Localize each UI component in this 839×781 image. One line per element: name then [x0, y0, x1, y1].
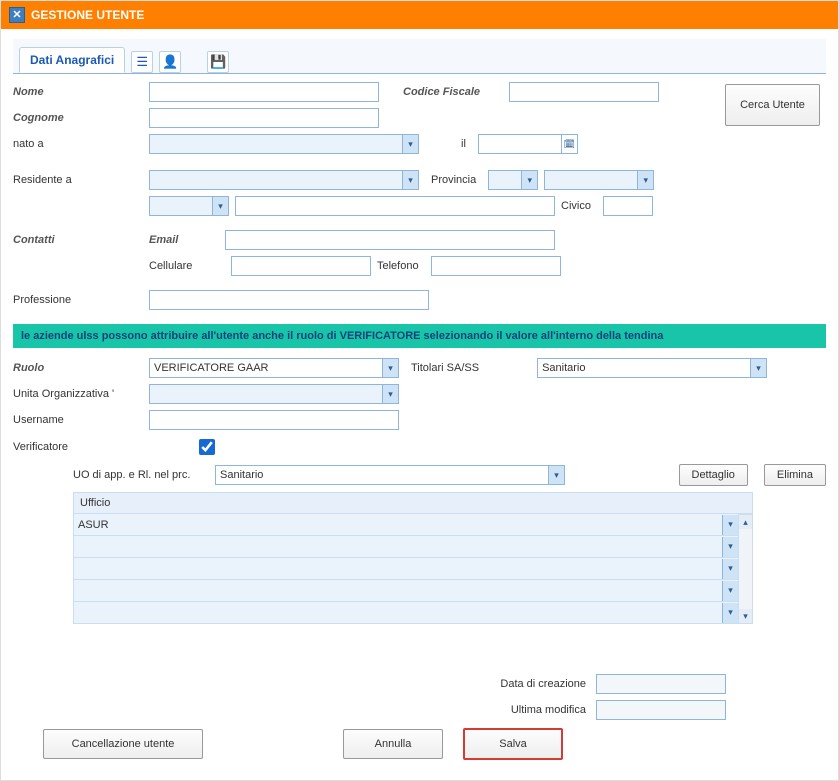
- grid-row[interactable]: ▾: [73, 602, 739, 624]
- unita-org-combo[interactable]: ▾: [149, 384, 399, 404]
- close-icon[interactable]: ✕: [9, 7, 25, 23]
- chevron-down-icon[interactable]: ▾: [402, 171, 418, 189]
- ultima-modifica-label: Ultima modifica: [511, 704, 586, 716]
- list-icon[interactable]: ☰: [131, 51, 153, 73]
- professione-input[interactable]: [149, 290, 429, 310]
- grid-row[interactable]: ▾: [73, 536, 739, 558]
- user-icon[interactable]: 👤: [159, 51, 181, 73]
- grid-row[interactable]: ▾: [73, 580, 739, 602]
- dettaglio-button[interactable]: Dettaglio: [679, 464, 748, 486]
- chevron-down-icon[interactable]: ▾: [722, 603, 738, 623]
- ruolo-label: Ruolo: [13, 362, 143, 374]
- professione-label: Professione: [13, 294, 143, 306]
- titolari-label: Titolari SA/SS: [411, 362, 479, 374]
- contatti-label: Contatti: [13, 234, 143, 246]
- chevron-down-icon[interactable]: ▾: [402, 135, 418, 153]
- civico-label: Civico: [561, 200, 591, 212]
- grid-header-ufficio: Ufficio: [73, 492, 753, 514]
- telefono-label: Telefono: [377, 260, 419, 272]
- cancellazione-utente-button[interactable]: Cancellazione utente: [43, 729, 203, 759]
- via-input[interactable]: [235, 196, 555, 216]
- codice-fiscale-input[interactable]: [509, 82, 659, 102]
- provincia-label: Provincia: [431, 174, 476, 186]
- nome-label: Nome: [13, 86, 143, 98]
- chevron-down-icon[interactable]: ▾: [722, 537, 738, 557]
- grid-row[interactable]: ASUR ▾: [73, 514, 739, 536]
- cellulare-input[interactable]: [231, 256, 371, 276]
- save-icon[interactable]: 💾: [207, 51, 229, 73]
- unita-org-label: Unita Organizzativa ': [13, 388, 143, 400]
- grid-scrollbar[interactable]: ▴ ▾: [739, 514, 753, 624]
- provincia-txt-combo[interactable]: ▾: [544, 170, 654, 190]
- cap-combo[interactable]: ▾: [149, 196, 229, 216]
- il-label: il: [461, 138, 466, 150]
- scroll-up-icon[interactable]: ▴: [739, 515, 752, 529]
- chevron-down-icon[interactable]: ▾: [637, 171, 653, 189]
- username-label: Username: [13, 414, 143, 426]
- cellulare-label: Cellulare: [149, 260, 219, 272]
- nato-a-combo[interactable]: ▾: [149, 134, 419, 154]
- provincia-sel-combo[interactable]: ▾: [488, 170, 538, 190]
- telefono-input[interactable]: [431, 256, 561, 276]
- civico-input[interactable]: [603, 196, 653, 216]
- verificatore-checkbox[interactable]: [199, 439, 215, 455]
- cognome-input[interactable]: [149, 108, 379, 128]
- ruolo-combo[interactable]: VERIFICATORE GAAR ▾: [149, 358, 399, 378]
- uo-app-label: UO di app. e Rl. nel prc.: [73, 469, 203, 481]
- chevron-down-icon[interactable]: ▾: [548, 466, 564, 484]
- cerca-utente-button[interactable]: Cerca Utente: [725, 84, 820, 126]
- scroll-down-icon[interactable]: ▾: [739, 609, 752, 623]
- calendar-icon[interactable]: 🗓: [561, 135, 577, 153]
- chevron-down-icon[interactable]: ▾: [722, 581, 738, 601]
- chevron-down-icon[interactable]: ▾: [722, 515, 738, 535]
- grid-row[interactable]: ▾: [73, 558, 739, 580]
- titolari-combo[interactable]: Sanitario ▾: [537, 358, 767, 378]
- chevron-down-icon[interactable]: ▾: [521, 171, 537, 189]
- uo-app-combo[interactable]: Sanitario ▾: [215, 465, 565, 485]
- salva-button[interactable]: Salva: [463, 728, 563, 760]
- data-nascita-input[interactable]: 🗓: [478, 134, 578, 154]
- nome-input[interactable]: [149, 82, 379, 102]
- email-input[interactable]: [225, 230, 555, 250]
- annulla-button[interactable]: Annulla: [343, 729, 443, 759]
- chevron-down-icon[interactable]: ▾: [750, 359, 766, 377]
- elimina-button[interactable]: Elimina: [764, 464, 826, 486]
- tab-dati-anagrafici[interactable]: Dati Anagrafici: [19, 47, 125, 73]
- chevron-down-icon[interactable]: ▾: [722, 559, 738, 579]
- email-label: Email: [149, 234, 219, 246]
- chevron-down-icon[interactable]: ▾: [212, 197, 228, 215]
- data-creazione-field: [596, 674, 726, 694]
- data-creazione-label: Data di creazione: [500, 678, 586, 690]
- codice-fiscale-label: Codice Fiscale: [403, 86, 503, 98]
- cognome-label: Cognome: [13, 112, 143, 124]
- chevron-down-icon[interactable]: ▾: [382, 385, 398, 403]
- verificatore-label: Verificatore: [13, 441, 143, 453]
- info-banner: le aziende ulss possono attribuire all'u…: [13, 324, 826, 348]
- residente-a-combo[interactable]: ▾: [149, 170, 419, 190]
- chevron-down-icon[interactable]: ▾: [382, 359, 398, 377]
- residente-a-label: Residente a: [13, 174, 143, 186]
- nato-a-label: nato a: [13, 138, 143, 150]
- window-title: GESTIONE UTENTE: [31, 8, 144, 22]
- ultima-modifica-field: [596, 700, 726, 720]
- username-input[interactable]: [149, 410, 399, 430]
